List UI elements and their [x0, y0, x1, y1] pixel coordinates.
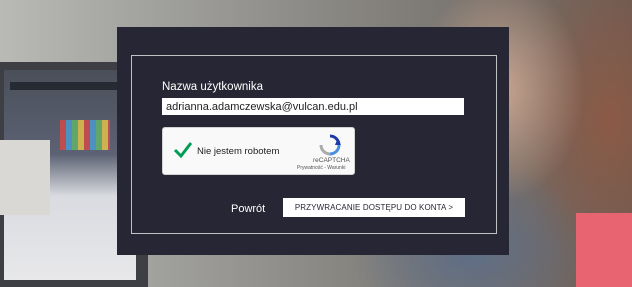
recaptcha-widget[interactable]: Nie jestem robotem reCAPTCHA Prywatność … — [162, 127, 355, 175]
recover-access-button[interactable]: PRZYWRACANIE DOSTĘPU DO KONTA > — [283, 198, 465, 217]
monitor-tiles — [60, 120, 110, 150]
captcha-label: Nie jestem robotem — [197, 146, 280, 157]
username-label: Nazwa użytkownika — [162, 81, 263, 93]
recaptcha-links[interactable]: Prywatność - Warunki — [297, 165, 345, 171]
recaptcha-brand: reCAPTCHA — [313, 157, 350, 164]
accent-pink-block — [576, 213, 632, 287]
recaptcha-logo-icon — [319, 134, 341, 156]
background-grey-card — [0, 140, 50, 215]
username-input[interactable] — [162, 98, 464, 115]
login-panel: Nazwa użytkownika Nie jestem robotem reC… — [117, 27, 509, 255]
back-link[interactable]: Powrót — [231, 203, 265, 215]
monitor-toolbar — [10, 82, 120, 90]
checkmark-icon[interactable] — [173, 140, 193, 160]
